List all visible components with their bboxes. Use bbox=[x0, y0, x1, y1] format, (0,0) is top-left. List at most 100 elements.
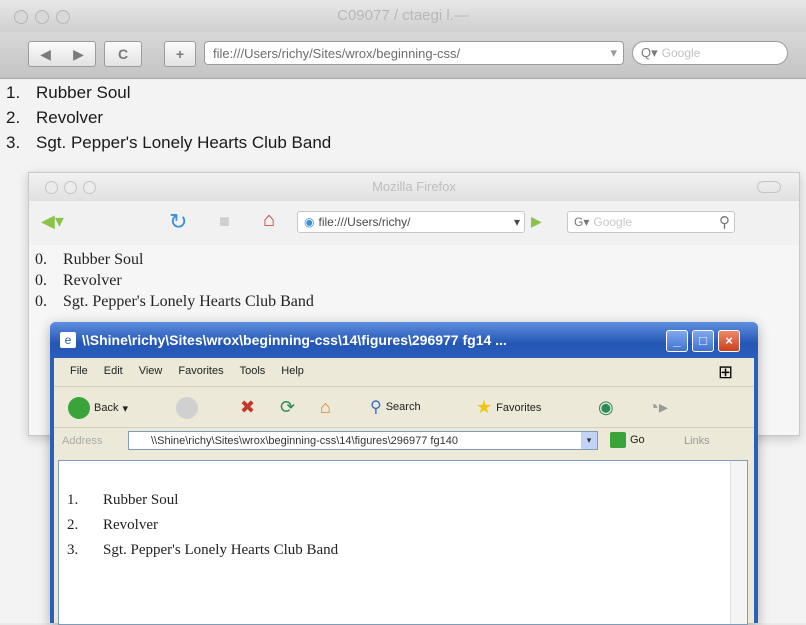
firefox-search-field[interactable]: G▾ Google ⚲ bbox=[567, 211, 735, 233]
list-text: Revolver bbox=[103, 517, 158, 533]
windows-logo-icon: ⊞ bbox=[718, 362, 734, 382]
go-arrow-icon bbox=[610, 432, 626, 448]
reload-button[interactable]: C bbox=[104, 41, 142, 67]
add-bookmark-button[interactable]: + bbox=[164, 41, 196, 67]
dropdown-icon[interactable]: ▾ bbox=[581, 432, 597, 449]
safari-window-title: C09077 / ctaegi l.— bbox=[337, 7, 469, 24]
stop-icon[interactable]: ■ bbox=[219, 211, 230, 232]
firefox-window-title: Mozilla Firefox bbox=[372, 179, 456, 194]
search-button[interactable]: ⚲ Search bbox=[370, 397, 421, 417]
close-window-button[interactable]: × bbox=[718, 330, 740, 352]
ie-address-text: \\Shine\richy\Sites\wrox\beginning-css\1… bbox=[151, 434, 458, 447]
list-text: Sgt. Pepper's Lonely Hearts Club Band bbox=[103, 542, 339, 558]
firefox-album-list: 0. Rubber Soul 0. Revolver 0. Sgt. Pepper's… bbox=[35, 249, 314, 312]
safari-album-list: 1. Rubber Soul 2. Revolver 3. Sgt. Pepper's… bbox=[6, 80, 331, 155]
safari-address-bar[interactable]: file:///Users/richy/Sites/wrox/beginning… bbox=[204, 41, 624, 65]
media-icon[interactable]: ◉ bbox=[598, 397, 614, 418]
list-item: 0. Revolver bbox=[35, 270, 314, 291]
list-text: Sgt. Pepper's Lonely Hearts Club Band bbox=[36, 133, 332, 152]
vertical-scrollbar[interactable] bbox=[730, 461, 747, 624]
menu-edit[interactable]: Edit bbox=[104, 365, 123, 377]
go-label: Go bbox=[630, 434, 645, 446]
list-text: Revolver bbox=[36, 108, 104, 127]
dropdown-icon[interactable]: ▾ bbox=[610, 45, 623, 61]
menu-tools[interactable]: Tools bbox=[240, 365, 266, 377]
ie-titlebar: e \\Shine\richy\Sites\wrox\beginning-css… bbox=[50, 322, 758, 358]
toolbar-toggle-button[interactable] bbox=[757, 181, 781, 193]
ie-page: 1. Rubber Soul 2. Revolver 3. Sgt. Pepper's… bbox=[58, 460, 748, 625]
firefox-search-placeholder: Google bbox=[593, 215, 633, 229]
list-number: 2. bbox=[67, 517, 79, 533]
list-text: Revolver bbox=[63, 272, 122, 289]
maximize-window-button[interactable]: □ bbox=[692, 330, 714, 352]
home-icon[interactable]: ⌂ bbox=[320, 397, 331, 418]
history-icon[interactable]: ◔▸ bbox=[648, 397, 668, 418]
list-item: 1. Rubber Soul bbox=[6, 80, 331, 105]
list-number: 0. bbox=[35, 251, 47, 268]
star-icon: ★ bbox=[476, 397, 493, 417]
back-arrow-icon bbox=[68, 397, 90, 419]
google-icon: G▾ bbox=[574, 215, 590, 229]
safari-search-placeholder: Google bbox=[661, 46, 701, 60]
list-item: 3. Sgt. Pepper's Lonely Hearts Club Band bbox=[67, 538, 338, 563]
dropdown-icon[interactable]: ▾ bbox=[122, 402, 128, 415]
back-arrow-icon[interactable]: ◀▾ bbox=[41, 211, 64, 232]
back-label: Back bbox=[94, 402, 119, 414]
address-label: Address bbox=[62, 435, 103, 447]
list-item: 0. Sgt. Pepper's Lonely Hearts Club Band bbox=[35, 291, 314, 312]
list-item: 3. Sgt. Pepper's Lonely Hearts Club Band bbox=[6, 130, 331, 155]
stop-icon[interactable]: ✖ bbox=[240, 397, 255, 418]
menu-favorites[interactable]: Favorites bbox=[178, 365, 223, 377]
go-arrow-icon[interactable]: ▶ bbox=[531, 213, 542, 230]
firefox-url-text: file:///Users/richy/ bbox=[318, 215, 411, 229]
back-forward-buttons[interactable]: ◀ ▶ bbox=[28, 41, 96, 67]
links-label[interactable]: Links bbox=[684, 435, 710, 447]
list-number: 1. bbox=[67, 492, 79, 508]
forward-arrow-icon[interactable]: ▶ bbox=[73, 46, 84, 63]
plus-icon: + bbox=[175, 46, 185, 62]
list-text: Rubber Soul bbox=[36, 83, 131, 102]
favorites-label: Favorites bbox=[496, 401, 542, 414]
list-number: 3. bbox=[6, 133, 21, 152]
list-item: 2. Revolver bbox=[67, 513, 338, 538]
home-icon[interactable]: ⌂ bbox=[263, 209, 275, 232]
search-icon: Q▾ bbox=[641, 45, 658, 60]
favorites-button[interactable]: ★ Favorites bbox=[476, 397, 541, 418]
list-text: Sgt. Pepper's Lonely Hearts Club Band bbox=[63, 293, 314, 310]
list-item: 2. Revolver bbox=[6, 105, 331, 130]
minimize-window-button[interactable]: _ bbox=[666, 330, 688, 352]
refresh-icon[interactable]: ⟳ bbox=[280, 397, 295, 418]
search-icon[interactable]: ⚲ bbox=[719, 213, 734, 231]
list-number: 1. bbox=[6, 83, 21, 102]
ie-page-icon: e bbox=[60, 332, 76, 348]
search-icon: ⚲ bbox=[370, 399, 382, 416]
safari-titlebar: C09077 / ctaegi l.— bbox=[0, 0, 806, 32]
safari-toolbar: ◀ ▶ C + file:///Users/richy/Sites/wrox/b… bbox=[0, 32, 806, 79]
back-arrow-icon[interactable]: ◀ bbox=[40, 46, 51, 63]
globe-icon: ◉ bbox=[304, 215, 315, 229]
ie-window-title: \\Shine\richy\Sites\wrox\beginning-css\1… bbox=[82, 332, 507, 348]
safari-search-field[interactable]: Q▾ Google bbox=[632, 41, 788, 65]
list-number: 0. bbox=[35, 272, 47, 289]
go-button[interactable]: Go bbox=[610, 432, 645, 448]
back-button[interactable]: Back ▾ bbox=[68, 397, 128, 419]
menu-view[interactable]: View bbox=[139, 365, 163, 377]
list-text: Rubber Soul bbox=[103, 492, 179, 508]
firefox-address-bar[interactable]: ◉ file:///Users/richy/ ▾ bbox=[297, 211, 525, 233]
reload-icon[interactable]: ↻ bbox=[169, 209, 187, 235]
forward-button[interactable] bbox=[176, 397, 198, 419]
ie-menu-bar: File Edit View Favorites Tools Help bbox=[54, 358, 754, 384]
ie-address-bar[interactable]: \\Shine\richy\Sites\wrox\beginning-css\1… bbox=[128, 431, 598, 450]
list-item: 0. Rubber Soul bbox=[35, 249, 314, 270]
menu-file[interactable]: File bbox=[70, 365, 88, 377]
firefox-titlebar: Mozilla Firefox bbox=[29, 173, 799, 201]
dropdown-icon[interactable]: ▾ bbox=[514, 215, 524, 229]
ie-toolbar: Back ▾ ✖ ⟳ ⌂ ⚲ Search ★ Favorites ◉ ◔▸ bbox=[54, 386, 754, 428]
menu-help[interactable]: Help bbox=[281, 365, 304, 377]
list-text: Rubber Soul bbox=[63, 251, 144, 268]
firefox-toolbar: ◀▾ ↻ ■ ⌂ ◉ file:///Users/richy/ ▾ ▶ G▾ G… bbox=[29, 201, 799, 245]
ie-album-list: 1. Rubber Soul 2. Revolver 3. Sgt. Pepper's… bbox=[67, 488, 338, 563]
ie-window: e \\Shine\richy\Sites\wrox\beginning-css… bbox=[50, 322, 758, 625]
list-number: 0. bbox=[35, 293, 47, 310]
safari-url-text: file:///Users/richy/Sites/wrox/beginning… bbox=[213, 45, 461, 61]
